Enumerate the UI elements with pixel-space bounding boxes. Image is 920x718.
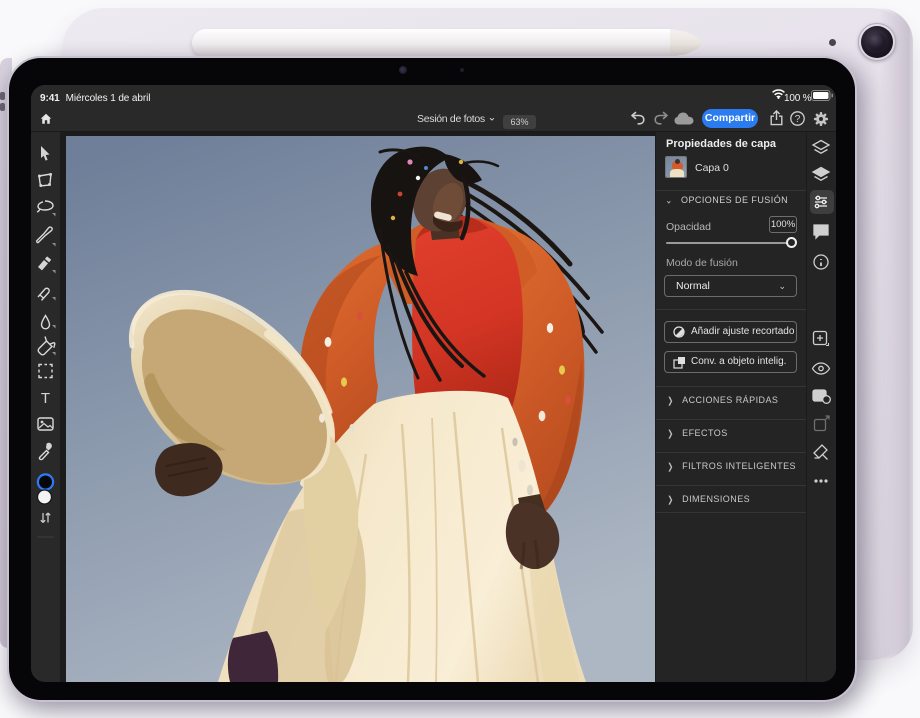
svg-text:?: ? [795, 114, 801, 125]
svg-text:T: T [41, 390, 50, 407]
